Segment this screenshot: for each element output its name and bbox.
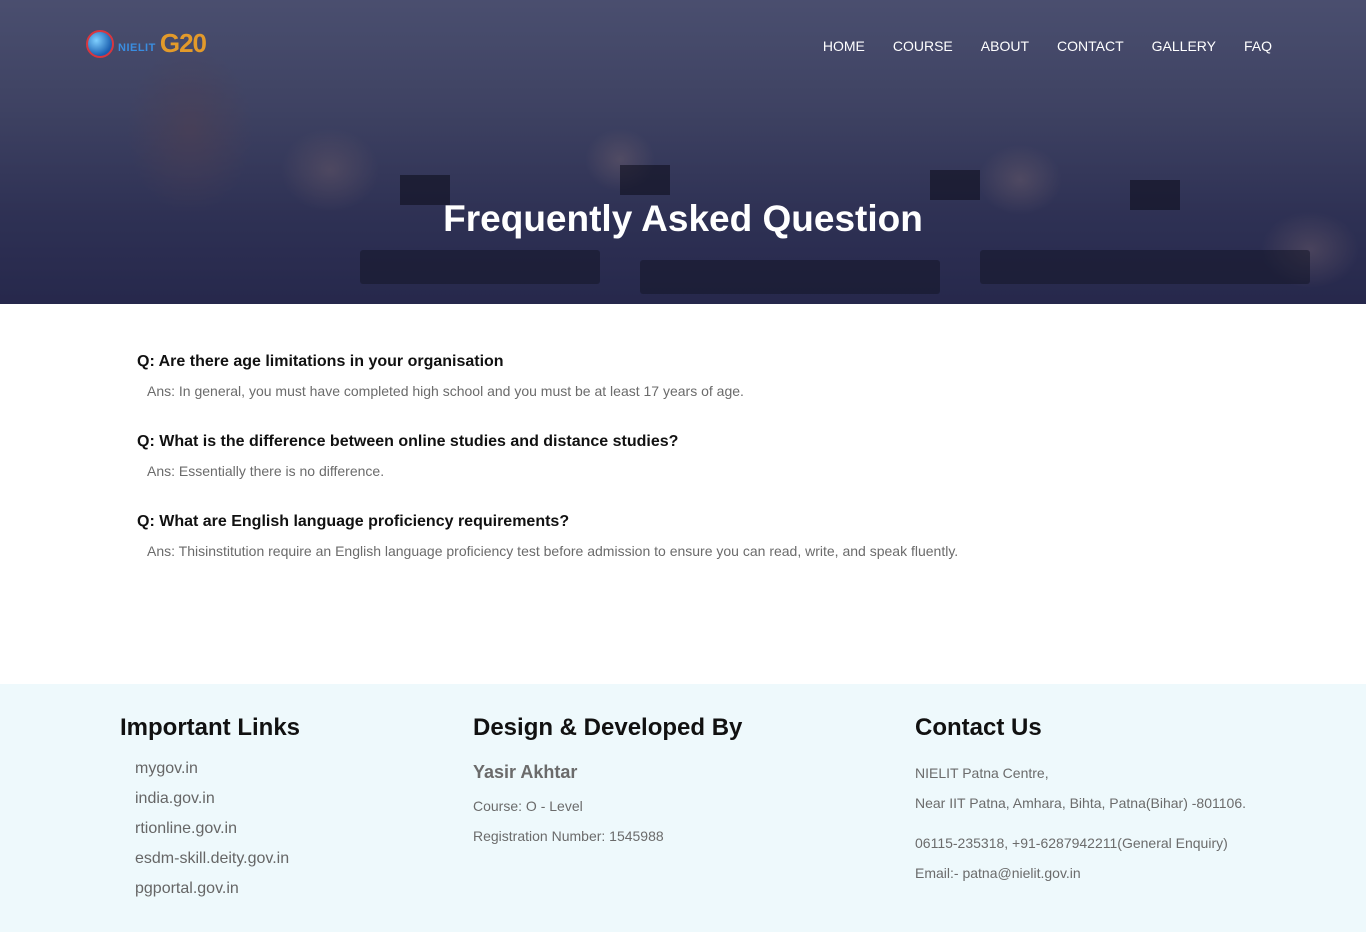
page-title: Frequently Asked Question: [443, 198, 923, 239]
nav-course[interactable]: COURSE: [893, 38, 953, 54]
contact-address-line1: NIELIT Patna Centre,: [915, 765, 1049, 781]
developer-title: Design & Developed By: [473, 714, 743, 741]
developer-registration: Registration Number: 1545988: [473, 828, 664, 844]
nav-gallery[interactable]: GALLERY: [1152, 38, 1216, 54]
faq-answer: Ans: In general, you must have completed…: [147, 383, 744, 399]
g20-text: G20: [159, 28, 207, 58]
link-rtionline[interactable]: rtionline.gov.in: [135, 820, 300, 850]
nav-faq[interactable]: FAQ: [1244, 38, 1272, 54]
faq-question: Q: What are English language proficiency…: [137, 513, 570, 530]
contact-phone: 06115-235318, +91-6287942211(General Enq…: [915, 835, 1228, 851]
important-links-title: Important Links: [120, 714, 301, 741]
site-footer: Important Links mygov.in india.gov.in rt…: [0, 684, 1366, 932]
faq-answer: Ans: Essentially there is no difference.: [147, 463, 385, 479]
faq-question: Q: Are there age limitations in your org…: [137, 353, 504, 370]
contact-email[interactable]: Email:- patna@nielit.gov.in: [915, 864, 1246, 882]
hero-desk: [360, 250, 600, 284]
logo-brand-text: NIELIT: [118, 41, 156, 54]
globe-icon: [86, 29, 114, 58]
contact-title: Contact Us: [915, 714, 1042, 741]
contact-address-line2: Near IIT Patna, Amhara, Bihta, Patna(Bih…: [915, 795, 1246, 811]
link-india-gov[interactable]: india.gov.in: [135, 790, 300, 820]
nav-home[interactable]: HOME: [823, 38, 865, 54]
main-nav: HOME COURSE ABOUT CONTACT GALLERY FAQ: [823, 38, 1272, 54]
important-links-list: mygov.in india.gov.in rtionline.gov.in e…: [120, 760, 300, 910]
faq-item: Q: What is the difference between online…: [137, 432, 1237, 512]
hero-desk: [640, 260, 940, 294]
contact-section: Contact Us NIELIT Patna Centre, Near IIT…: [915, 714, 1246, 882]
g20-logo: G20: [159, 28, 207, 59]
faq-question: Q: What is the difference between online…: [137, 433, 679, 450]
hero-desk: [980, 250, 1310, 284]
hero-monitor: [620, 165, 670, 195]
faq-list: Q: Are there age limitations in your org…: [137, 352, 1237, 592]
nav-about[interactable]: ABOUT: [981, 38, 1029, 54]
link-esdm-skill[interactable]: esdm-skill.deity.gov.in: [135, 850, 300, 880]
hero-banner: NIELIT G20 HOME COURSE ABOUT CONTACT GAL…: [0, 0, 1366, 304]
link-mygov[interactable]: mygov.in: [135, 760, 300, 790]
important-links-section: Important Links mygov.in india.gov.in rt…: [120, 714, 300, 910]
site-logo[interactable]: NIELIT G20: [86, 28, 207, 59]
faq-item: Q: What are English language proficiency…: [137, 512, 1237, 592]
developer-course: Course: O - Level: [473, 798, 583, 814]
developer-name: Yasir Akhtar: [473, 762, 578, 782]
hero-monitor: [930, 170, 980, 200]
faq-answer: Ans: Thisinstitution require an English …: [147, 543, 959, 559]
nav-contact[interactable]: CONTACT: [1057, 38, 1124, 54]
link-pgportal[interactable]: pgportal.gov.in: [135, 880, 300, 910]
developer-section: Design & Developed By Yasir Akhtar Cours…: [473, 714, 742, 845]
faq-item: Q: Are there age limitations in your org…: [137, 352, 1237, 432]
